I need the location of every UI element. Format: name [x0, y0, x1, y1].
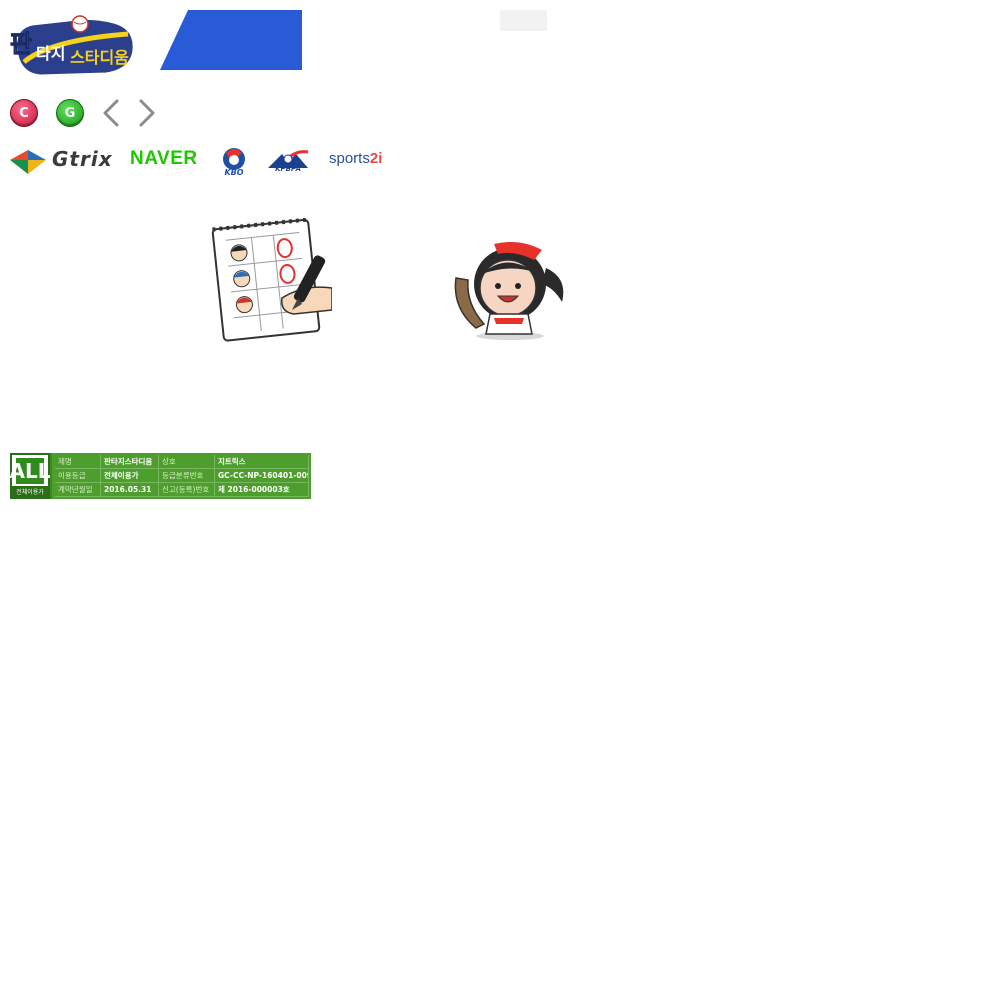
app-logo[interactable]: 판 타지 스타디움 [9, 10, 140, 80]
game-rating-badge: ALL 전체이용가 제명 판타지스타디움 상호 지트릭스 이용등급 전체이용가 … [10, 453, 311, 499]
logo-text-3: 스타디움 [70, 48, 129, 67]
cash-coin-icon[interactable]: C [10, 99, 38, 127]
chevron-left-icon[interactable] [100, 98, 122, 128]
gtrix-logo[interactable]: Gtrix [10, 144, 113, 174]
logo-text-1: 판 [9, 30, 33, 59]
rating-key: 상호 [159, 455, 215, 469]
gtrix-text: Gtrix [52, 147, 113, 171]
sports2i-logo[interactable]: sports 2i [329, 150, 382, 167]
rating-key: 신고(등록)번호 [159, 483, 215, 497]
rating-info-table: 제명 판타지스타디움 상호 지트릭스 이용등급 전체이용가 등급분류번호 GC-… [52, 453, 311, 499]
sports2i-text: sports [329, 150, 370, 167]
top-banner[interactable] [160, 10, 302, 70]
rating-value: 제 2016-000003호 [215, 483, 309, 497]
sports2i-suffix: 2i [369, 150, 383, 167]
rating-value: GC-CC-NP-160401-009 [215, 469, 309, 483]
kbo-logo[interactable]: KBO [222, 142, 246, 178]
rating-value: 전체이용가 [101, 469, 159, 483]
rating-all-icon: ALL 전체이용가 [10, 453, 50, 499]
kbo-text: KBO [224, 168, 244, 177]
chevron-right-icon[interactable] [136, 98, 158, 128]
gtrix-mark-icon [10, 150, 46, 174]
gold-coin-icon[interactable]: G [56, 99, 84, 127]
mascot-illustration [454, 242, 564, 340]
rating-key: 제명 [55, 455, 101, 469]
top-button[interactable] [500, 10, 547, 31]
notebook-illustration [211, 218, 332, 342]
naver-logo[interactable]: NAVER [130, 148, 198, 170]
rating-key: 등급분류번호 [159, 469, 215, 483]
rating-all-mark: ALL [9, 458, 51, 484]
rating-value: 2016.05.31 [101, 483, 159, 497]
rating-key: 계약년월일 [55, 483, 101, 497]
kpbpa-logo[interactable]: KPBPA [266, 146, 310, 174]
rating-key: 이용등급 [55, 469, 101, 483]
rating-all-label: 전체이용가 [12, 486, 48, 497]
rating-value: 판타지스타디움 [101, 455, 159, 469]
kpbpa-text: KPBPA [275, 165, 301, 173]
logo-text-2: 타지 [36, 44, 66, 63]
rating-value: 지트릭스 [215, 455, 309, 469]
